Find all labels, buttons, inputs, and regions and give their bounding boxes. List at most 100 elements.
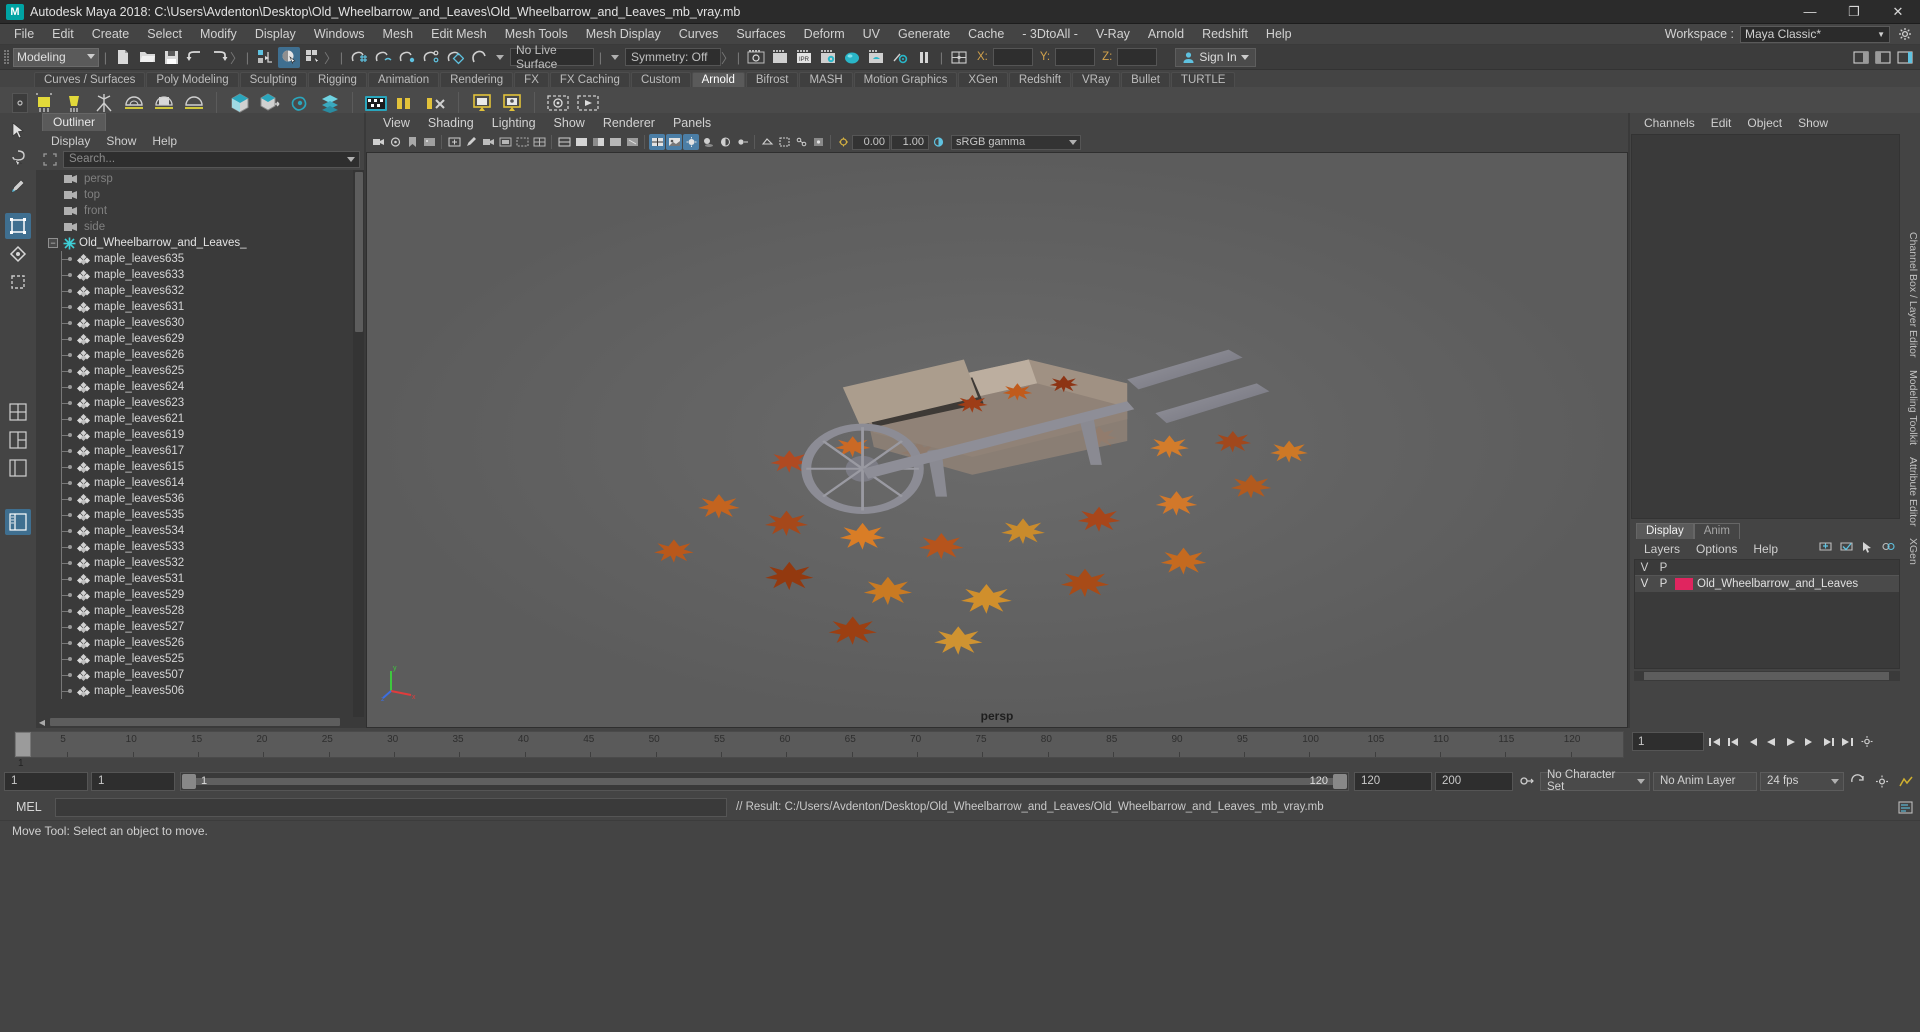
shelf-tab-arnold[interactable]: Arnold: [691, 72, 745, 87]
outliner-row-mesh[interactable]: maple_leaves528: [36, 603, 364, 619]
save-scene-icon[interactable]: [160, 47, 182, 68]
menu-edit-mesh[interactable]: Edit Mesh: [422, 24, 496, 45]
toolbar-grip[interactable]: [3, 48, 11, 66]
outliner-hscroll-thumb[interactable]: [50, 718, 340, 726]
animation-preferences-gear-icon[interactable]: [1871, 771, 1892, 791]
tab-display-layers[interactable]: Display: [1636, 523, 1694, 539]
viewport-menu-view[interactable]: View: [374, 116, 419, 130]
paint-selection-tool[interactable]: [5, 173, 31, 199]
toggle-modeling-toolkit-icon[interactable]: [1850, 47, 1872, 68]
chevron-down-icon[interactable]: [496, 54, 504, 60]
camera-select-icon[interactable]: [480, 134, 496, 150]
shelf-tab-bifrost[interactable]: Bifrost: [745, 72, 799, 87]
scale-tool[interactable]: [5, 269, 31, 295]
shelf-tab-poly-modeling[interactable]: Poly Modeling: [146, 72, 239, 87]
shelf-tab-mash[interactable]: MASH: [799, 72, 853, 87]
shelf-options-grip[interactable]: [12, 93, 28, 113]
render-setup-icon[interactable]: [865, 47, 887, 68]
menu-surfaces[interactable]: Surfaces: [727, 24, 794, 45]
outliner-row-mesh[interactable]: maple_leaves531: [36, 571, 364, 587]
outliner-row-mesh[interactable]: maple_leaves617: [36, 443, 364, 459]
collapse-expander-icon[interactable]: −: [48, 238, 58, 248]
options-menu[interactable]: Options: [1688, 542, 1745, 556]
outliner-row-camera[interactable]: persp: [36, 171, 364, 187]
texture-display-icon[interactable]: [666, 134, 682, 150]
sidetab-channel-box-layer-editor[interactable]: Channel Box / Layer Editor: [1907, 226, 1919, 364]
step-back-button[interactable]: [1744, 732, 1761, 751]
anim-start-field[interactable]: 1: [4, 771, 88, 791]
smooth-shade-selected-icon[interactable]: [590, 134, 606, 150]
select-camera-icon[interactable]: [370, 134, 386, 150]
grease-pencil-icon[interactable]: [463, 134, 479, 150]
show-menu[interactable]: Show: [1790, 116, 1836, 130]
outliner-row-mesh[interactable]: maple_leaves625: [36, 363, 364, 379]
menu-display[interactable]: Display: [246, 24, 305, 45]
select-by-component-type-icon[interactable]: [302, 47, 324, 68]
step-forward-button[interactable]: [1801, 732, 1818, 751]
layer-row[interactable]: V P Old_Wheelbarrow_and_Leaves: [1635, 575, 1899, 592]
toggle-attribute-editor-icon[interactable]: [948, 47, 970, 68]
shelf-tab-curves-surfaces[interactable]: Curves / Surfaces: [34, 72, 146, 87]
play-backwards-button[interactable]: [1763, 732, 1780, 751]
layer-name[interactable]: Old_Wheelbarrow_and_Leaves: [1697, 578, 1858, 590]
outliner-row-mesh[interactable]: maple_leaves534: [36, 523, 364, 539]
shade-options-icon[interactable]: [624, 134, 640, 150]
new-scene-icon[interactable]: [112, 47, 134, 68]
camera-attributes-icon[interactable]: [387, 134, 403, 150]
go-to-start-button[interactable]: [1706, 732, 1723, 751]
tab-outliner[interactable]: Outliner: [42, 113, 107, 131]
menu-3dtoall[interactable]: - 3DtoAll -: [1013, 24, 1087, 45]
menu-arnold[interactable]: Arnold: [1139, 24, 1193, 45]
symmetry-field[interactable]: Symmetry: Off: [625, 48, 721, 66]
shelf-tab-custom[interactable]: Custom: [630, 72, 691, 87]
viewport-menu-panels[interactable]: Panels: [664, 116, 720, 130]
mel-label[interactable]: MEL: [4, 800, 52, 814]
outliner-row-mesh[interactable]: maple_leaves621: [36, 411, 364, 427]
hypershade-icon[interactable]: [841, 47, 863, 68]
script-editor-icon[interactable]: [1894, 797, 1916, 817]
menu-vray[interactable]: V-Ray: [1087, 24, 1139, 45]
outliner-horizontal-scrollbar[interactable]: ◀: [36, 717, 364, 728]
menu-edit[interactable]: Edit: [43, 24, 83, 45]
outliner-row-mesh[interactable]: maple_leaves633: [36, 267, 364, 283]
menu-mesh-tools[interactable]: Mesh Tools: [496, 24, 577, 45]
outliner-row-mesh[interactable]: maple_leaves507: [36, 667, 364, 683]
shelf-tab-rigging[interactable]: Rigging: [307, 72, 367, 87]
minimize-button[interactable]: —: [1788, 0, 1832, 24]
menu-generate[interactable]: Generate: [889, 24, 959, 45]
viewport-menu-shading[interactable]: Shading: [419, 116, 483, 130]
menu-set-selector[interactable]: Modeling: [13, 47, 99, 67]
outliner-row-mesh[interactable]: maple_leaves506: [36, 683, 364, 699]
snap-to-view-planes-icon[interactable]: [444, 47, 466, 68]
workspace-select[interactable]: Maya Classic* ▼: [1740, 25, 1890, 43]
display-layer-list[interactable]: V P V P Old_Wheelbarrow_and_Leaves: [1634, 559, 1900, 669]
twod-pan-zoom-icon[interactable]: [446, 134, 462, 150]
outliner-row-mesh[interactable]: maple_leaves629: [36, 331, 364, 347]
toggle-attribute-editor-panel-icon[interactable]: [1872, 47, 1894, 68]
playback-loop-icon[interactable]: [1847, 771, 1868, 791]
shelf-tab-motion-graphics[interactable]: Motion Graphics: [853, 72, 958, 87]
outliner-row-mesh[interactable]: maple_leaves533: [36, 539, 364, 555]
snap-to-point-icon[interactable]: [396, 47, 418, 68]
resolution-gate-icon[interactable]: [514, 134, 530, 150]
outliner-scroll-thumb[interactable]: [355, 172, 363, 332]
search-input[interactable]: Search...: [63, 150, 360, 168]
chevron-down-icon[interactable]: [347, 156, 355, 162]
workspace-gear-icon[interactable]: [1896, 25, 1914, 43]
live-surface-field[interactable]: No Live Surface: [510, 43, 594, 71]
field-chart-icon[interactable]: [531, 134, 547, 150]
menu-help[interactable]: Help: [1257, 24, 1301, 45]
anim-end-field[interactable]: 200: [1435, 771, 1513, 791]
viewport-menu-renderer[interactable]: Renderer: [594, 116, 664, 130]
outliner-row-mesh[interactable]: maple_leaves631: [36, 299, 364, 315]
flat-shade-icon[interactable]: [607, 134, 623, 150]
snap-to-grid-icon[interactable]: [348, 47, 370, 68]
exposure-field[interactable]: 0.00: [852, 134, 890, 150]
motion-blur-icon[interactable]: [734, 134, 750, 150]
edit-menu[interactable]: Edit: [1703, 116, 1740, 130]
shelf-tab-turtle[interactable]: TURTLE: [1170, 72, 1236, 87]
shelf-tab-rendering[interactable]: Rendering: [440, 72, 514, 87]
layers-menu[interactable]: Layers: [1636, 542, 1688, 556]
lasso-tool[interactable]: [5, 145, 31, 171]
select-objects-in-layer-icon[interactable]: [1860, 540, 1875, 556]
